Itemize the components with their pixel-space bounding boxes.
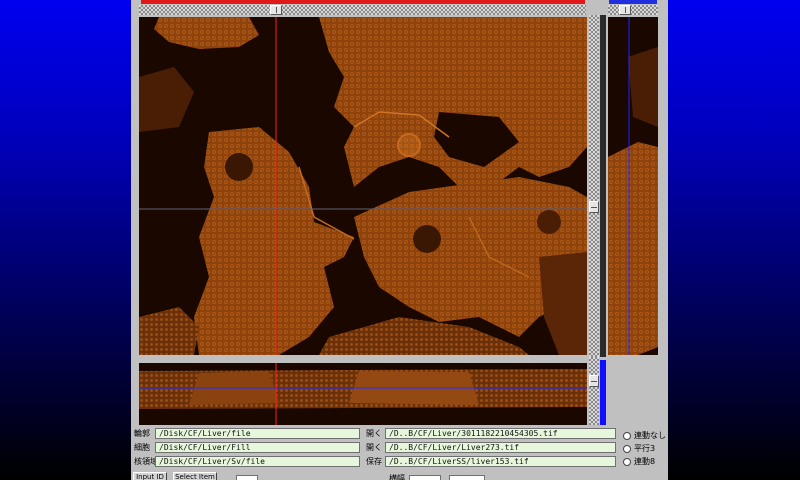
depth-indicator xyxy=(600,360,606,425)
side-horizontal-scrollbar[interactable] xyxy=(608,5,658,15)
bottom-vertical-scroll-thumb[interactable] xyxy=(589,375,599,387)
right-path-field-a[interactable]: /D..B/CF/Liver/3011182210454305.tif xyxy=(385,428,616,439)
side-horizontal-scroll-thumb[interactable] xyxy=(619,5,631,15)
bottom-xz-view[interactable] xyxy=(139,363,587,425)
bottom-small-field-2[interactable] xyxy=(409,475,441,480)
top-slice-indicator xyxy=(141,0,585,4)
side-yz-view[interactable] xyxy=(608,17,658,355)
right-path-field-c[interactable]: /D..B/CF/LiverSS/liver153.tif xyxy=(385,456,616,467)
path-field-b[interactable]: /Disk/CF/Liver/Fill xyxy=(155,442,360,453)
select-item-button[interactable]: Select Item xyxy=(173,472,217,480)
image-viewer-window: 輪郭 /Disk/CF/Liver/file 細胞 /Disk/CF/Liver… xyxy=(131,0,668,480)
horizontal-scroll-thumb[interactable] xyxy=(270,5,282,15)
right-label-a: 開く xyxy=(366,429,382,438)
top-right-blue-indicator xyxy=(609,0,657,4)
right-label-c: 保存 xyxy=(366,457,382,466)
vertical-scroll-thumb[interactable] xyxy=(589,201,599,213)
bottom-field-label: 横幅 xyxy=(389,474,405,480)
vertical-divider xyxy=(600,15,606,357)
label-b: 細胞 xyxy=(134,443,150,452)
radio-option-2[interactable] xyxy=(623,445,631,453)
radio-option-1-label: 連動なし xyxy=(634,431,666,440)
right-path-field-b[interactable]: /D..B/CF/Liver/Liver273.tif xyxy=(385,442,616,453)
tissue-image xyxy=(139,17,587,355)
path-field-a[interactable]: /Disk/CF/Liver/file xyxy=(155,428,360,439)
bottom-small-field-1[interactable] xyxy=(236,475,258,480)
radio-option-1[interactable] xyxy=(623,432,631,440)
vertical-scrollbar[interactable] xyxy=(589,15,599,357)
bottom-small-field-3[interactable] xyxy=(449,475,485,480)
bottom-tissue-image xyxy=(139,363,587,425)
side-tissue-image xyxy=(608,17,658,355)
radio-option-2-label: 平行3 xyxy=(634,444,656,453)
main-image-view[interactable] xyxy=(139,17,587,355)
horizontal-scrollbar[interactable] xyxy=(139,5,586,15)
radio-option-3-label: 連動8 xyxy=(634,457,656,466)
radio-option-3[interactable] xyxy=(623,458,631,466)
bottom-vertical-scrollbar[interactable] xyxy=(589,357,599,425)
path-field-c[interactable]: /Disk/CF/Liver/Sv/file xyxy=(155,456,360,467)
right-label-b: 開く xyxy=(366,443,382,452)
label-a: 輪郭 xyxy=(134,429,150,438)
input-id-button[interactable]: Input ID xyxy=(133,472,167,480)
